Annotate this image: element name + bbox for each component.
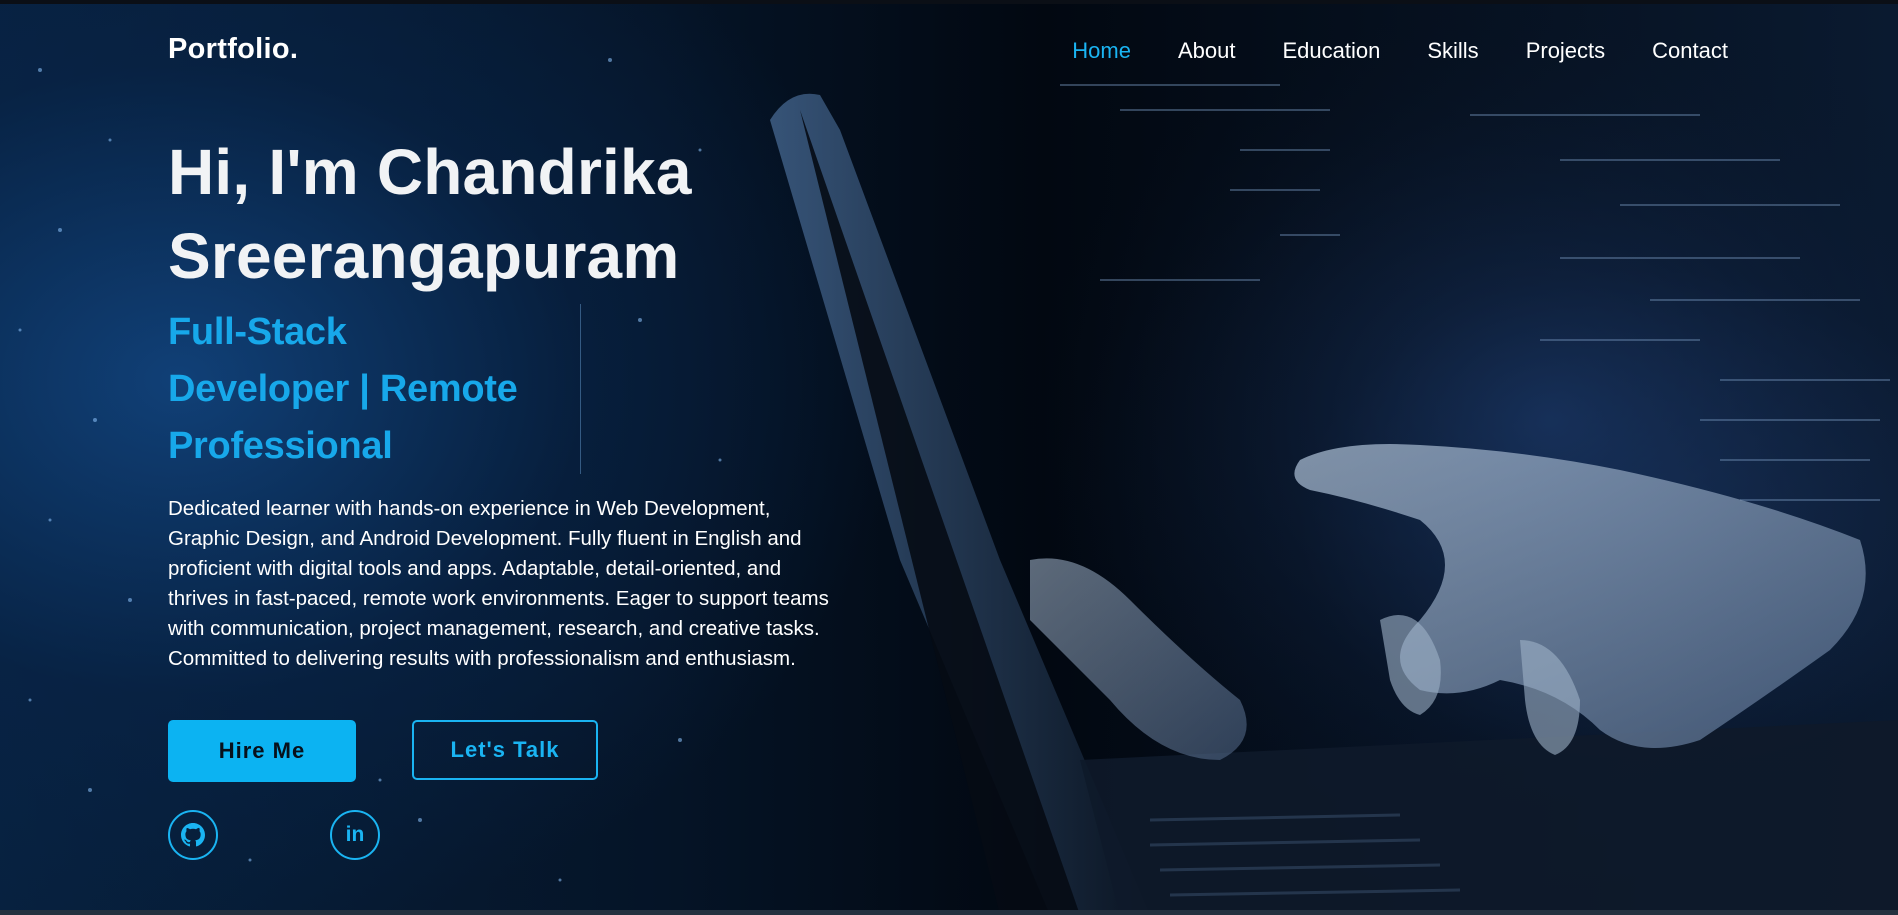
hero-section: Portfolio. Home About Education Skills P… bbox=[0, 0, 1898, 915]
role-line-3: Professional bbox=[168, 425, 393, 467]
nav-link-education[interactable]: Education bbox=[1282, 38, 1380, 64]
bio-line: thrives in fast-paced, remote work envir… bbox=[168, 587, 829, 610]
linkedin-link[interactable]: in bbox=[330, 810, 380, 860]
github-icon bbox=[181, 823, 205, 847]
hero-content: Hi, I'm Chandrika Sreerangapuram Full-St… bbox=[168, 130, 928, 860]
nav-link-contact[interactable]: Contact bbox=[1652, 38, 1728, 64]
nav-link-skills[interactable]: Skills bbox=[1427, 38, 1478, 64]
hire-me-button[interactable]: Hire Me bbox=[168, 720, 356, 782]
role-line-2: Developer | Remote bbox=[168, 368, 518, 410]
linkedin-icon: in bbox=[345, 823, 365, 846]
logo[interactable]: Portfolio. bbox=[168, 33, 298, 66]
heading-line-2: Sreerangapuram bbox=[168, 220, 680, 292]
nav-link-projects[interactable]: Projects bbox=[1526, 38, 1605, 64]
bio-line: Graphic Design, and Android Development.… bbox=[168, 527, 802, 550]
nav-links: Home About Education Skills Projects Con… bbox=[1072, 38, 1728, 64]
navbar: Portfolio. Home About Education Skills P… bbox=[0, 0, 1898, 100]
role-typing-box: Full-Stack Developer | Remote Profession… bbox=[168, 304, 581, 474]
role-line-1: Full-Stack bbox=[168, 311, 347, 353]
bio-line: Dedicated learner with hands-on experien… bbox=[168, 497, 771, 520]
bio-line: Committed to delivering results with pro… bbox=[168, 647, 796, 670]
hero-heading: Hi, I'm Chandrika Sreerangapuram bbox=[168, 130, 928, 298]
bio-line: with communication, project management, … bbox=[168, 617, 820, 640]
nav-link-about[interactable]: About bbox=[1178, 38, 1236, 64]
bio-paragraph: Dedicated learner with hands-on experien… bbox=[168, 494, 928, 674]
heading-line-1: Hi, I'm Chandrika bbox=[168, 136, 692, 208]
bottom-edge-strip bbox=[0, 910, 1898, 915]
lets-talk-button[interactable]: Let's Talk bbox=[412, 720, 598, 780]
bio-line: proficient with digital tools and apps. … bbox=[168, 557, 782, 580]
github-link[interactable] bbox=[168, 810, 218, 860]
nav-link-home[interactable]: Home bbox=[1072, 38, 1131, 64]
role-subtitle: Full-Stack Developer | Remote Profession… bbox=[168, 304, 580, 475]
